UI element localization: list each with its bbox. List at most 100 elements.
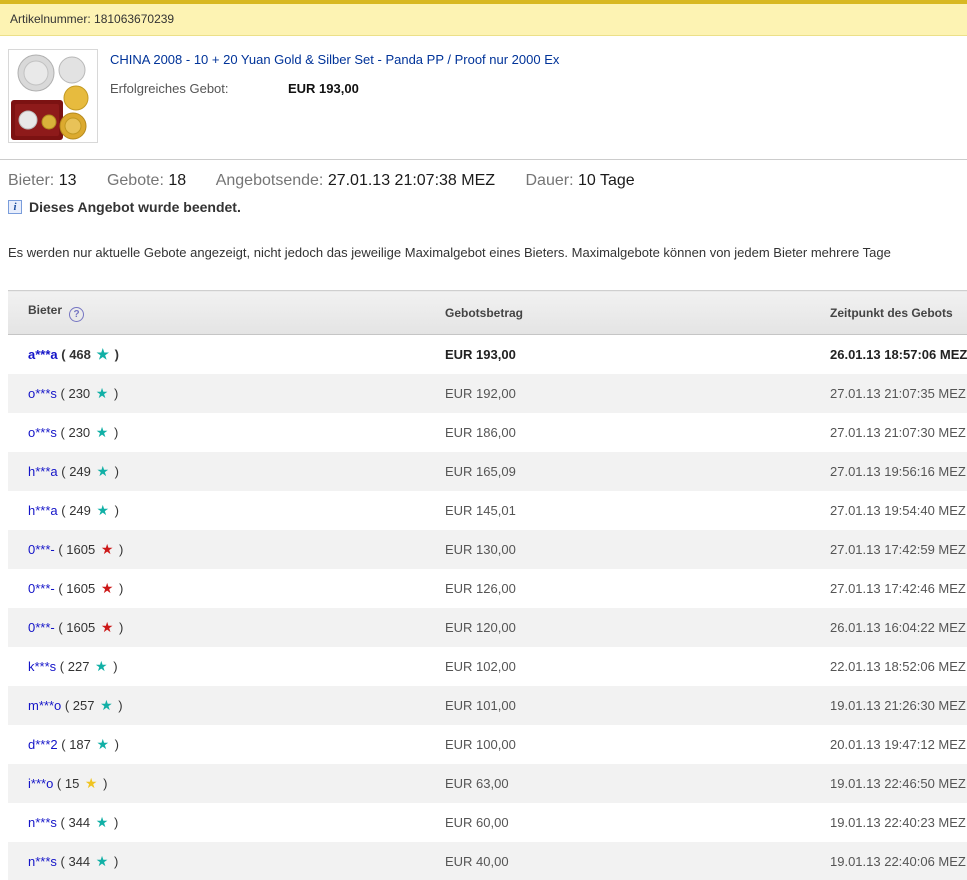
feedback-count-close: ): [110, 815, 118, 830]
bid-row: d***2 ( 187 ★ )EUR 100,0020.01.13 19:47:…: [8, 725, 967, 764]
feedback-count-close: ): [115, 581, 123, 596]
winning-bid-line: Erfolgreiches Gebot:EUR 193,00: [110, 81, 559, 96]
bid-time: 19.01.13 21:26:30 MEZ: [810, 686, 967, 725]
feedback-star-icon: ★: [97, 502, 110, 518]
winning-bid-amount: EUR 193,00: [288, 81, 359, 96]
bidder-link[interactable]: a***a: [28, 347, 58, 362]
winning-bid-label: Erfolgreiches Gebot:: [110, 81, 288, 96]
bidder-cell: i***o ( 15 ★ ): [8, 764, 425, 803]
bidder-link[interactable]: n***s: [28, 854, 57, 869]
feedback-star-icon: ★: [101, 580, 114, 596]
bid-row: a***a ( 468 ★ )EUR 193,0026.01.13 18:57:…: [8, 335, 967, 375]
bid-row: k***s ( 227 ★ )EUR 102,0022.01.13 18:52:…: [8, 647, 967, 686]
header-time: Zeitpunkt des Gebots: [810, 291, 967, 335]
feedback-star-icon: ★: [96, 424, 109, 440]
bidder-cell: a***a ( 468 ★ ): [8, 335, 425, 375]
bid-row: n***s ( 344 ★ )EUR 60,0019.01.13 22:40:2…: [8, 803, 967, 842]
bidder-link[interactable]: o***s: [28, 425, 57, 440]
bidder-link[interactable]: o***s: [28, 386, 57, 401]
bidder-cell: o***s ( 230 ★ ): [8, 413, 425, 452]
bid-time: 27.01.13 19:54:40 MEZ: [810, 491, 967, 530]
bid-time: 26.01.13 18:57:06 MEZ: [810, 335, 967, 375]
bidder-cell: 0***- ( 1605 ★ ): [8, 569, 425, 608]
feedback-count-close: ): [111, 503, 119, 518]
stat-end-time: Angebotsende: 27.01.13 21:07:38 MEZ: [216, 172, 495, 189]
stat-label: Bieter:: [8, 172, 54, 189]
coin-set-thumbnail: [9, 50, 97, 142]
bid-amount: EUR 60,00: [425, 803, 810, 842]
feedback-count-close: ): [110, 425, 118, 440]
bid-row: h***a ( 249 ★ )EUR 145,0127.01.13 19:54:…: [8, 491, 967, 530]
stat-duration: Dauer: 10 Tage: [526, 172, 635, 189]
explanation-text: Es werden nur aktuelle Gebote angezeigt,…: [8, 245, 967, 260]
bidder-cell: h***a ( 249 ★ ): [8, 491, 425, 530]
feedback-count-close: ): [111, 737, 119, 752]
bid-amount: EUR 102,00: [425, 647, 810, 686]
bidder-cell: k***s ( 227 ★ ): [8, 647, 425, 686]
stat-label: Angebotsende:: [216, 172, 324, 189]
item-image[interactable]: [8, 49, 98, 143]
feedback-count: ( 1605: [55, 581, 99, 596]
help-icon[interactable]: ?: [69, 307, 84, 322]
bid-time: 20.01.13 19:47:12 MEZ: [810, 725, 967, 764]
bidder-cell: 0***- ( 1605 ★ ): [8, 530, 425, 569]
bidder-link[interactable]: n***s: [28, 815, 57, 830]
feedback-count: ( 227: [56, 659, 93, 674]
feedback-count: ( 230: [57, 386, 94, 401]
bid-row: n***s ( 344 ★ )EUR 40,0019.01.13 22:40:0…: [8, 842, 967, 880]
bid-time: 27.01.13 21:07:30 MEZ: [810, 413, 967, 452]
feedback-count: ( 468: [58, 347, 95, 362]
stat-bids: Gebote: 18: [107, 172, 186, 189]
bid-row: 0***- ( 1605 ★ )EUR 120,0026.01.13 16:04…: [8, 608, 967, 647]
bid-time: 27.01.13 17:42:59 MEZ: [810, 530, 967, 569]
bid-time: 27.01.13 21:07:35 MEZ: [810, 374, 967, 413]
bidder-link[interactable]: 0***-: [28, 620, 55, 635]
bid-row: o***s ( 230 ★ )EUR 192,0027.01.13 21:07:…: [8, 374, 967, 413]
bidder-cell: o***s ( 230 ★ ): [8, 374, 425, 413]
bidder-link[interactable]: 0***-: [28, 542, 55, 557]
bid-row: i***o ( 15 ★ )EUR 63,0019.01.13 22:46:50…: [8, 764, 967, 803]
bidder-link[interactable]: d***2: [28, 737, 58, 752]
feedback-count: ( 230: [57, 425, 94, 440]
bid-history-table: Bieter? Gebotsbetrag Zeitpunkt des Gebot…: [8, 290, 967, 880]
feedback-star-icon: ★: [97, 463, 110, 479]
bidder-link[interactable]: k***s: [28, 659, 56, 674]
bid-time: 19.01.13 22:40:23 MEZ: [810, 803, 967, 842]
stat-value: 18: [168, 172, 186, 189]
feedback-count: ( 1605: [55, 542, 99, 557]
feedback-count-close: ): [111, 464, 119, 479]
feedback-count-close: ): [110, 386, 118, 401]
bid-time: 19.01.13 22:40:06 MEZ: [810, 842, 967, 880]
bid-row: o***s ( 230 ★ )EUR 186,0027.01.13 21:07:…: [8, 413, 967, 452]
feedback-star-icon: ★: [96, 385, 109, 401]
feedback-count: ( 249: [58, 503, 95, 518]
header-bidder-label: Bieter: [28, 303, 62, 317]
bid-amount: EUR 126,00: [425, 569, 810, 608]
header-bidder: Bieter?: [8, 291, 425, 335]
bid-amount: EUR 193,00: [425, 335, 810, 375]
feedback-star-icon: ★: [97, 736, 110, 752]
feedback-count-close: ): [115, 542, 123, 557]
stat-label: Gebote:: [107, 172, 164, 189]
bidder-link[interactable]: m***o: [28, 698, 61, 713]
bidder-link[interactable]: h***a: [28, 503, 58, 518]
bidder-link[interactable]: h***a: [28, 464, 58, 479]
item-title-link[interactable]: CHINA 2008 - 10 + 20 Yuan Gold & Silber …: [110, 52, 559, 67]
bidder-cell: n***s ( 344 ★ ): [8, 803, 425, 842]
bidder-link[interactable]: i***o: [28, 776, 53, 791]
info-icon: i: [8, 200, 22, 214]
bid-amount: EUR 40,00: [425, 842, 810, 880]
feedback-star-icon: ★: [96, 814, 109, 830]
bid-row: h***a ( 249 ★ )EUR 165,0927.01.13 19:56:…: [8, 452, 967, 491]
feedback-star-icon: ★: [97, 346, 110, 362]
bidder-link[interactable]: 0***-: [28, 581, 55, 596]
bid-amount: EUR 145,01: [425, 491, 810, 530]
bid-time: 27.01.13 19:56:16 MEZ: [810, 452, 967, 491]
feedback-count: ( 344: [57, 854, 94, 869]
feedback-count: ( 249: [58, 464, 95, 479]
feedback-count-close: ): [115, 698, 123, 713]
bid-row: 0***- ( 1605 ★ )EUR 126,0027.01.13 17:42…: [8, 569, 967, 608]
item-info: CHINA 2008 - 10 + 20 Yuan Gold & Silber …: [110, 49, 559, 143]
bid-amount: EUR 120,00: [425, 608, 810, 647]
feedback-count-close: ): [110, 854, 118, 869]
